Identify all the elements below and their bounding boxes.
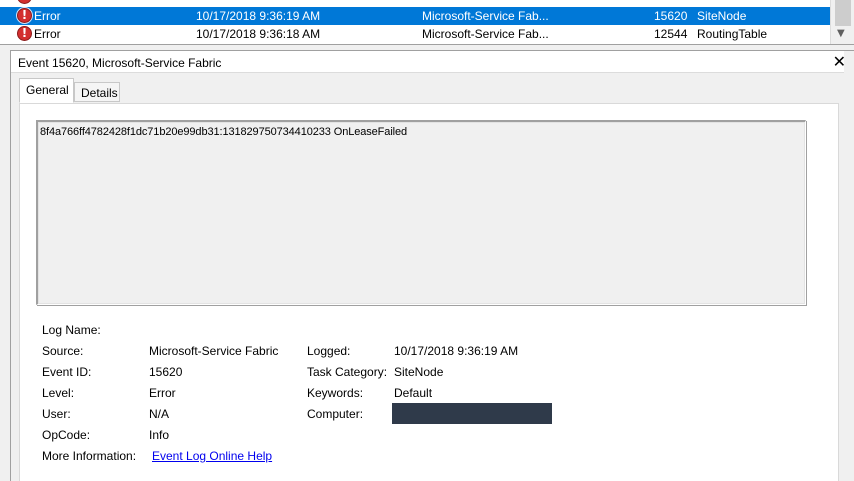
source-label: Source: bbox=[42, 344, 84, 358]
computer-label: Computer: bbox=[307, 407, 364, 421]
vertical-scrollbar[interactable]: ▼ bbox=[830, 0, 854, 44]
row-category: RoutingTable bbox=[697, 27, 768, 41]
pane-header: Event 15620, Microsoft-Service Fabric bbox=[11, 51, 844, 73]
more-information-label: More Information: bbox=[42, 449, 137, 463]
user-value: N/A bbox=[149, 407, 170, 421]
table-row[interactable]: Error 10/17/2018 9:36:18 AM Microsoft-Se… bbox=[0, 25, 830, 43]
logged-value: 10/17/2018 9:36:19 AM bbox=[394, 344, 519, 358]
general-tab-content: 8f4a766ff4782428f1dc71b20e99db31:1318297… bbox=[19, 103, 839, 481]
error-icon bbox=[17, 8, 32, 23]
task-category-label: Task Category: bbox=[307, 365, 388, 379]
row-category: SiteNode bbox=[697, 9, 747, 23]
scrollbar-thumb[interactable] bbox=[835, 0, 851, 26]
source-value: Microsoft-Service Fabric bbox=[149, 344, 279, 358]
description-text: 8f4a766ff4782428f1dc71b20e99db31:1318297… bbox=[40, 126, 408, 138]
level-value: Error bbox=[149, 386, 176, 400]
tab-general[interactable]: General bbox=[19, 78, 74, 103]
error-icon bbox=[17, 0, 32, 4]
user-label: User: bbox=[42, 407, 71, 421]
row-source: Microsoft-Service Fab... bbox=[422, 27, 549, 41]
error-icon bbox=[17, 26, 32, 41]
table-row[interactable]: Error 10/17/2018 9:36:19 AM Microsoft-Se… bbox=[0, 7, 830, 25]
event-id-value: 15620 bbox=[149, 365, 183, 379]
close-icon[interactable]: ✕ bbox=[833, 52, 846, 71]
row-date: 10/17/2018 9:36:19 AM bbox=[196, 9, 321, 23]
description-box[interactable]: 8f4a766ff4782428f1dc71b20e99db31:1318297… bbox=[36, 120, 806, 305]
logged-label: Logged: bbox=[307, 344, 351, 358]
row-event-id: 15620 bbox=[654, 9, 688, 23]
keywords-label: Keywords: bbox=[307, 386, 364, 400]
computer-value-redacted bbox=[392, 403, 552, 424]
tab-details[interactable]: Details bbox=[74, 82, 120, 102]
task-category-value: SiteNode bbox=[394, 365, 444, 379]
event-detail-pane: Event 15620, Microsoft-Service Fabric ✕ … bbox=[10, 50, 854, 481]
row-level: Error bbox=[34, 27, 61, 41]
pane-title: Event 15620, Microsoft-Service Fabric bbox=[18, 56, 222, 70]
log-name-label: Log Name: bbox=[42, 323, 101, 337]
event-list: Error 10/17/2018 9:36:19 AM Microsoft-Se… bbox=[0, 0, 854, 44]
opcode-value: Info bbox=[149, 428, 170, 442]
keywords-value: Default bbox=[394, 386, 433, 400]
row-event-id: 12544 bbox=[654, 27, 688, 41]
event-log-online-help-link[interactable]: Event Log Online Help bbox=[152, 449, 272, 463]
level-label: Level: bbox=[42, 386, 75, 400]
row-level: Error bbox=[34, 9, 61, 23]
opcode-label: OpCode: bbox=[42, 428, 91, 442]
row-date: 10/17/2018 9:36:18 AM bbox=[196, 27, 321, 41]
event-id-label: Event ID: bbox=[42, 365, 92, 379]
row-source: Microsoft-Service Fab... bbox=[422, 9, 549, 23]
table-row[interactable] bbox=[0, 0, 830, 6]
chevron-down-icon[interactable]: ▼ bbox=[837, 28, 845, 39]
